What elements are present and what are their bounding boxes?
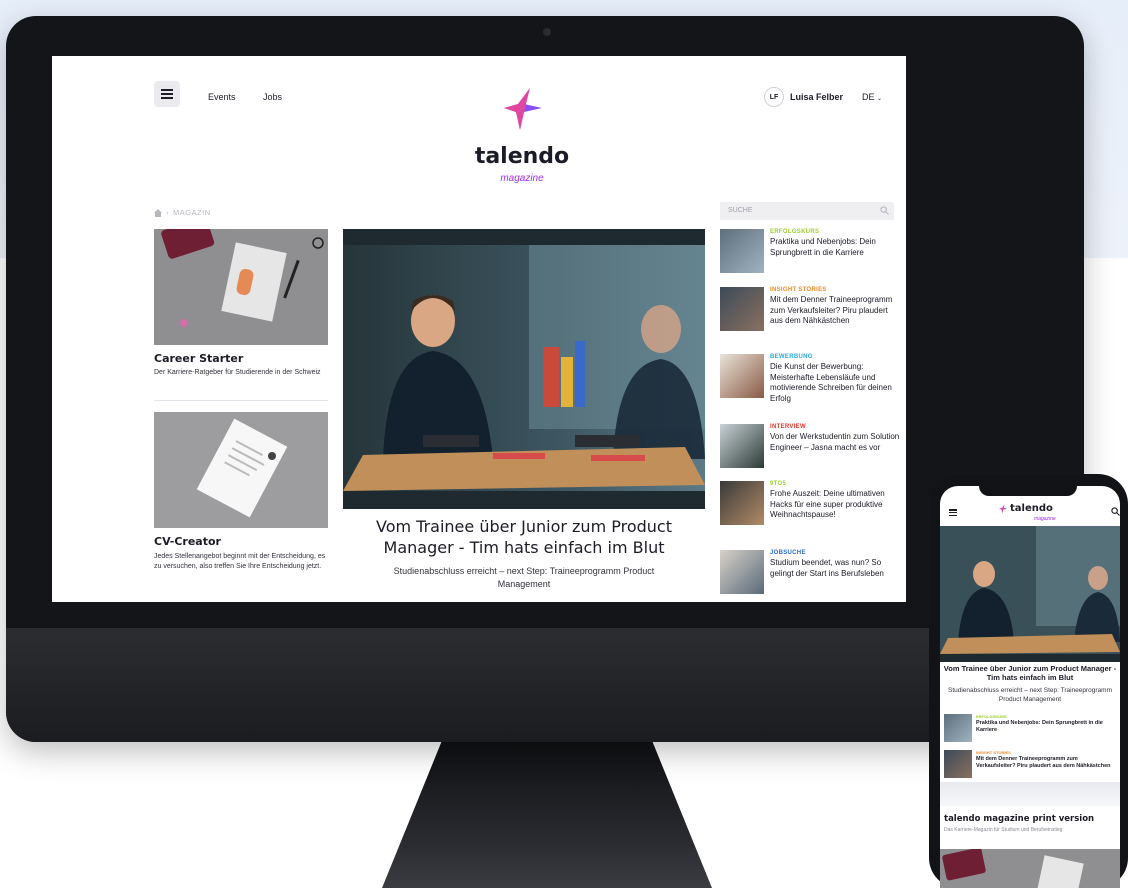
language-select[interactable]: DE ⌄ bbox=[862, 92, 882, 102]
cv-creator-image[interactable] bbox=[154, 412, 328, 528]
search-icon[interactable] bbox=[1111, 507, 1120, 516]
cv-creator-title[interactable]: CV-Creator bbox=[154, 535, 221, 548]
side-article-category[interactable]: INTERVIEW bbox=[770, 424, 806, 430]
phone-article-thumb[interactable] bbox=[944, 750, 972, 778]
hero-image[interactable] bbox=[343, 229, 705, 509]
star-logo-icon[interactable] bbox=[500, 86, 546, 132]
side-article-category[interactable]: 9TO5 bbox=[770, 481, 786, 487]
phone-notch bbox=[979, 480, 1077, 496]
phone-hero-image[interactable] bbox=[940, 526, 1120, 662]
side-article-title[interactable]: Mit dem Denner Traineeprogramm zum Verka… bbox=[770, 295, 900, 327]
desktop-screen: Events Jobs talendo magazine LF Luisa Fe… bbox=[52, 56, 906, 602]
side-article-category[interactable]: JOBSUCHE bbox=[770, 550, 806, 556]
phone-article-category[interactable]: INSIGHT STORIES bbox=[976, 750, 1011, 755]
search-input[interactable]: SUCHE bbox=[720, 202, 894, 220]
side-article-title[interactable]: Frohe Auszeit: Deine ultimativen Hacks f… bbox=[770, 489, 900, 521]
phone-article[interactable]: ERFOLGSKURS Praktika und Nebenjobs: Dein… bbox=[944, 714, 1120, 744]
side-article-category[interactable]: INSIGHT STORIES bbox=[770, 287, 827, 293]
phone-logo-subtitle: magazine bbox=[1034, 516, 1056, 522]
avatar[interactable]: LF bbox=[764, 87, 784, 107]
hero-subtitle: Studienabschluss erreicht – next Step: T… bbox=[393, 566, 655, 589]
print-version-image[interactable] bbox=[940, 782, 1120, 806]
side-article-thumb[interactable] bbox=[720, 550, 764, 594]
career-starter-title[interactable]: Career Starter bbox=[154, 352, 243, 365]
phone-article-category[interactable]: ERFOLGSKURS bbox=[976, 714, 1007, 719]
side-article[interactable]: INTERVIEW Von der Werkstudentin zum Solu… bbox=[720, 424, 900, 478]
phone-screen: talendo magazine Vom Trainee über Junior… bbox=[940, 486, 1120, 888]
divider bbox=[154, 400, 328, 401]
phone-hero-title[interactable]: Vom Trainee über Junior zum Product Mana… bbox=[942, 664, 1118, 682]
phone-header: talendo magazine bbox=[940, 500, 1120, 522]
breadcrumb-separator: › bbox=[166, 208, 169, 217]
cv-creator-desc: Jedes Stellenangebot beginnt mit der Ent… bbox=[154, 553, 326, 570]
logo-subtitle: magazine bbox=[500, 173, 544, 184]
side-article-title[interactable]: Von der Werkstudentin zum Solution Engin… bbox=[770, 432, 900, 453]
phone-article[interactable]: INSIGHT STORIES Mit dem Denner Traineepr… bbox=[944, 750, 1120, 780]
star-logo-icon bbox=[998, 504, 1008, 514]
side-article[interactable]: JOBSUCHE Studium beendet, was nun? So ge… bbox=[720, 550, 900, 602]
phone-article-title[interactable]: Praktika und Nebenjobs: Dein Sprungbrett… bbox=[976, 720, 1118, 734]
search-icon[interactable] bbox=[880, 206, 889, 215]
side-article[interactable]: 9TO5 Frohe Auszeit: Deine ultimativen Ha… bbox=[720, 481, 900, 543]
side-article-category[interactable]: ERFOLGSKURS bbox=[770, 229, 819, 235]
menu-icon[interactable] bbox=[949, 509, 957, 516]
breadcrumb-current[interactable]: MAGAZIN bbox=[173, 208, 211, 217]
side-article-thumb[interactable] bbox=[720, 424, 764, 468]
hero-title[interactable]: Vom Trainee über Junior zum Product Mana… bbox=[343, 516, 705, 558]
side-article-thumb[interactable] bbox=[720, 354, 764, 398]
side-article-title[interactable]: Studium beendet, was nun? So gelingt der… bbox=[770, 558, 900, 579]
print-version-title[interactable]: talendo magazine print version bbox=[944, 814, 1094, 824]
side-article-title[interactable]: Die Kunst der Bewerbung: Meisterhafte Le… bbox=[770, 362, 900, 404]
logo-wordmark[interactable]: talendo bbox=[462, 144, 582, 169]
menu-icon bbox=[161, 89, 173, 99]
career-starter-image[interactable] bbox=[940, 849, 1120, 888]
side-article-thumb[interactable] bbox=[720, 481, 764, 525]
home-icon[interactable] bbox=[154, 208, 162, 217]
chevron-down-icon: ⌄ bbox=[877, 96, 883, 102]
user-name[interactable]: Luisa Felber bbox=[790, 92, 843, 102]
side-article-thumb[interactable] bbox=[720, 287, 764, 331]
print-version-desc: Das Karriere-Magazin für Studium und Ber… bbox=[944, 827, 1063, 833]
imac-chin bbox=[6, 628, 1084, 742]
phone-hero-subtitle: Studienabschluss erreicht – next Step: T… bbox=[947, 687, 1113, 703]
career-starter-desc: Der Karriere-Ratgeber für Studierende in… bbox=[154, 369, 321, 376]
phone-article-thumb[interactable] bbox=[944, 714, 972, 742]
camera-icon bbox=[543, 28, 551, 36]
career-starter-image[interactable] bbox=[154, 229, 328, 345]
side-article-thumb[interactable] bbox=[720, 229, 764, 273]
menu-button[interactable] bbox=[154, 81, 180, 107]
phone-article-title[interactable]: Mit dem Denner Traineeprogramm zum Verka… bbox=[976, 756, 1118, 770]
phone-logo-wordmark[interactable]: talendo bbox=[1010, 503, 1053, 514]
language-label: DE bbox=[862, 92, 875, 102]
nav-link-events[interactable]: Events bbox=[208, 92, 236, 102]
side-article-category[interactable]: BEWERBUNG bbox=[770, 354, 813, 360]
nav-link-jobs[interactable]: Jobs bbox=[263, 92, 282, 102]
side-article[interactable]: INSIGHT STORIES Mit dem Denner Traineepr… bbox=[720, 287, 900, 349]
side-article[interactable]: ERFOLGSKURS Praktika und Nebenjobs: Dein… bbox=[720, 229, 900, 279]
search-placeholder: SUCHE bbox=[728, 207, 753, 214]
imac-stand bbox=[382, 742, 712, 888]
side-article-title[interactable]: Praktika und Nebenjobs: Dein Sprungbrett… bbox=[770, 237, 900, 258]
breadcrumb: › MAGAZIN bbox=[154, 208, 211, 217]
side-article[interactable]: BEWERBUNG Die Kunst der Bewerbung: Meist… bbox=[720, 354, 900, 416]
